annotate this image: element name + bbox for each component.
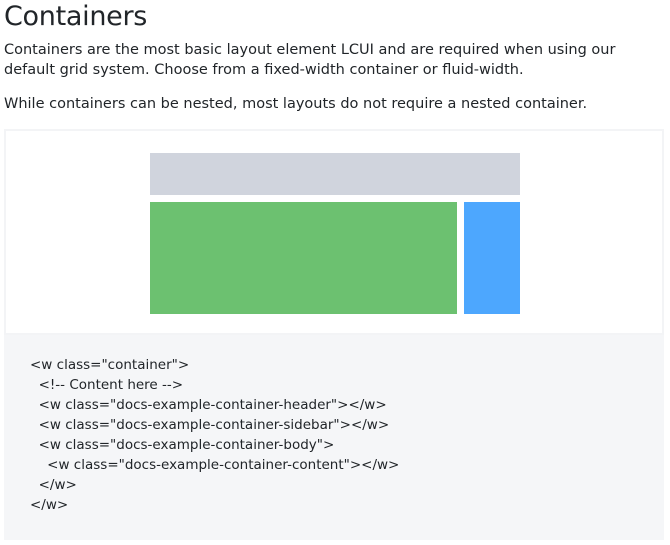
- nesting-paragraph: While containers can be nested, most lay…: [4, 96, 588, 112]
- code-line: <w class="docs-example-container-content…: [30, 457, 400, 473]
- intro-paragraph: Containers are the most basic layout ele…: [4, 42, 616, 78]
- example-container-sidebar: [464, 202, 520, 314]
- code-line: <w class="container">: [30, 357, 190, 373]
- code-line: <!-- Content here -->: [30, 377, 184, 393]
- page-title: Containers: [4, 1, 148, 32]
- code-line: <w class="docs-example-container-body">: [30, 437, 335, 453]
- code-line: </w>: [30, 497, 69, 513]
- docs-page: Containers Containers are the most basic…: [0, 0, 670, 545]
- code-line: <w class="docs-example-container-sidebar…: [30, 417, 390, 433]
- code-line: </w>: [30, 477, 77, 493]
- example-preview: [4, 129, 664, 335]
- example-container-header: [150, 153, 520, 195]
- code-line: <w class="docs-example-container-header"…: [30, 397, 387, 413]
- code-block: <w class="container"> <!-- Content here …: [4, 335, 664, 540]
- example-container-content: [150, 202, 457, 314]
